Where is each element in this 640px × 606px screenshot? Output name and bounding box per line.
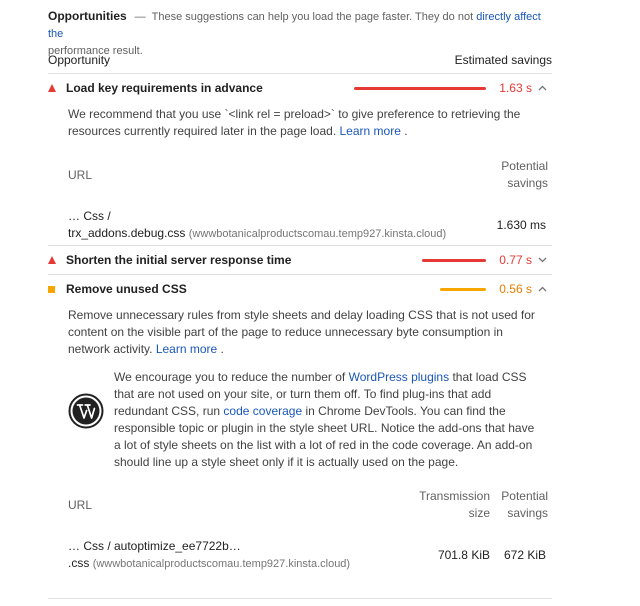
row-transmission-size: 701.8 KiB bbox=[437, 548, 490, 562]
col-url: URL bbox=[68, 167, 93, 182]
audit-saving: 0.77 s bbox=[499, 253, 532, 267]
audit-header[interactable]: Load key requirements in advance 1.63 s bbox=[48, 74, 552, 102]
row-savings: 1.630 ms bbox=[496, 218, 546, 232]
opportunities-section: Opportunities — These suggestions can help… bbox=[48, 0, 552, 573]
audit-saving: 1.63 s bbox=[499, 81, 532, 95]
learn-more-link[interactable]: Learn more bbox=[156, 342, 217, 356]
wordpress-logo-icon bbox=[68, 393, 104, 429]
col-potential-savings: Potential savings bbox=[501, 489, 548, 520]
audit-header[interactable]: Remove unused CSS 0.56 s bbox=[48, 275, 552, 303]
section-description: These suggestions can help you load the … bbox=[151, 11, 474, 23]
row-savings: 672 KiB bbox=[503, 548, 546, 562]
col-url: URL bbox=[68, 497, 93, 512]
average-square-icon bbox=[48, 285, 66, 293]
resource-url[interactable]: … Css / autoptimize_ee7722b… .css (wwwbo… bbox=[68, 538, 410, 573]
details-table-header: URL Transmission size Potential savings bbox=[48, 488, 552, 522]
chevron-up-icon[interactable] bbox=[532, 83, 552, 94]
audit-description: Remove unnecessary rules from style shee… bbox=[68, 308, 535, 356]
audit-header[interactable]: Shorten the initial server response time… bbox=[48, 246, 552, 274]
details-table-header: URL Potential savings bbox=[48, 158, 552, 192]
chevron-up-icon[interactable] bbox=[532, 284, 552, 295]
savings-bar bbox=[354, 86, 486, 90]
stack-pack-text: We encourage you to reduce the number of… bbox=[114, 370, 535, 469]
section-dash: — bbox=[134, 11, 146, 23]
wordpress-plugins-link[interactable]: WordPress plugins bbox=[349, 370, 450, 384]
fail-triangle-icon bbox=[48, 84, 66, 92]
resource-url[interactable]: … Css / trx_addons.debug.css (wwwbotanic… bbox=[68, 208, 464, 243]
section-title: Opportunities bbox=[48, 9, 127, 23]
audit-title: Load key requirements in advance bbox=[66, 81, 263, 95]
col-potential-savings: Potential savings bbox=[501, 159, 548, 190]
audit-title: Shorten the initial server response time bbox=[66, 253, 292, 267]
audit-server-response-time: Shorten the initial server response time… bbox=[48, 246, 552, 275]
savings-bar bbox=[422, 258, 486, 262]
audit-preload-key-requests: Load key requirements in advance 1.63 s … bbox=[48, 74, 552, 246]
fail-triangle-icon bbox=[48, 256, 66, 264]
code-coverage-link[interactable]: code coverage bbox=[223, 404, 302, 418]
table-row: … Css / trx_addons.debug.css (wwwbotanic… bbox=[48, 208, 552, 243]
audit-unused-css: Remove unused CSS 0.56 s Remove unnecess… bbox=[48, 275, 552, 573]
next-audit-partial bbox=[48, 598, 552, 606]
section-description-end: performance result. bbox=[48, 45, 143, 57]
savings-bar bbox=[440, 287, 486, 291]
section-header: Opportunities — These suggestions can help… bbox=[48, 0, 552, 57]
wordpress-stack-pack: We encourage you to reduce the number of… bbox=[48, 369, 552, 471]
col-transmission-size: Transmission size bbox=[419, 489, 490, 520]
chevron-down-icon[interactable] bbox=[532, 255, 552, 266]
learn-more-link[interactable]: Learn more bbox=[340, 124, 401, 138]
audit-saving: 0.56 s bbox=[499, 282, 532, 296]
audit-title: Remove unused CSS bbox=[66, 282, 187, 296]
audit-description: We recommend that you use `<link rel = p… bbox=[68, 107, 521, 138]
column-estimated-savings: Estimated savings bbox=[454, 53, 552, 67]
table-row: … Css / autoptimize_ee7722b… .css (wwwbo… bbox=[48, 538, 552, 573]
